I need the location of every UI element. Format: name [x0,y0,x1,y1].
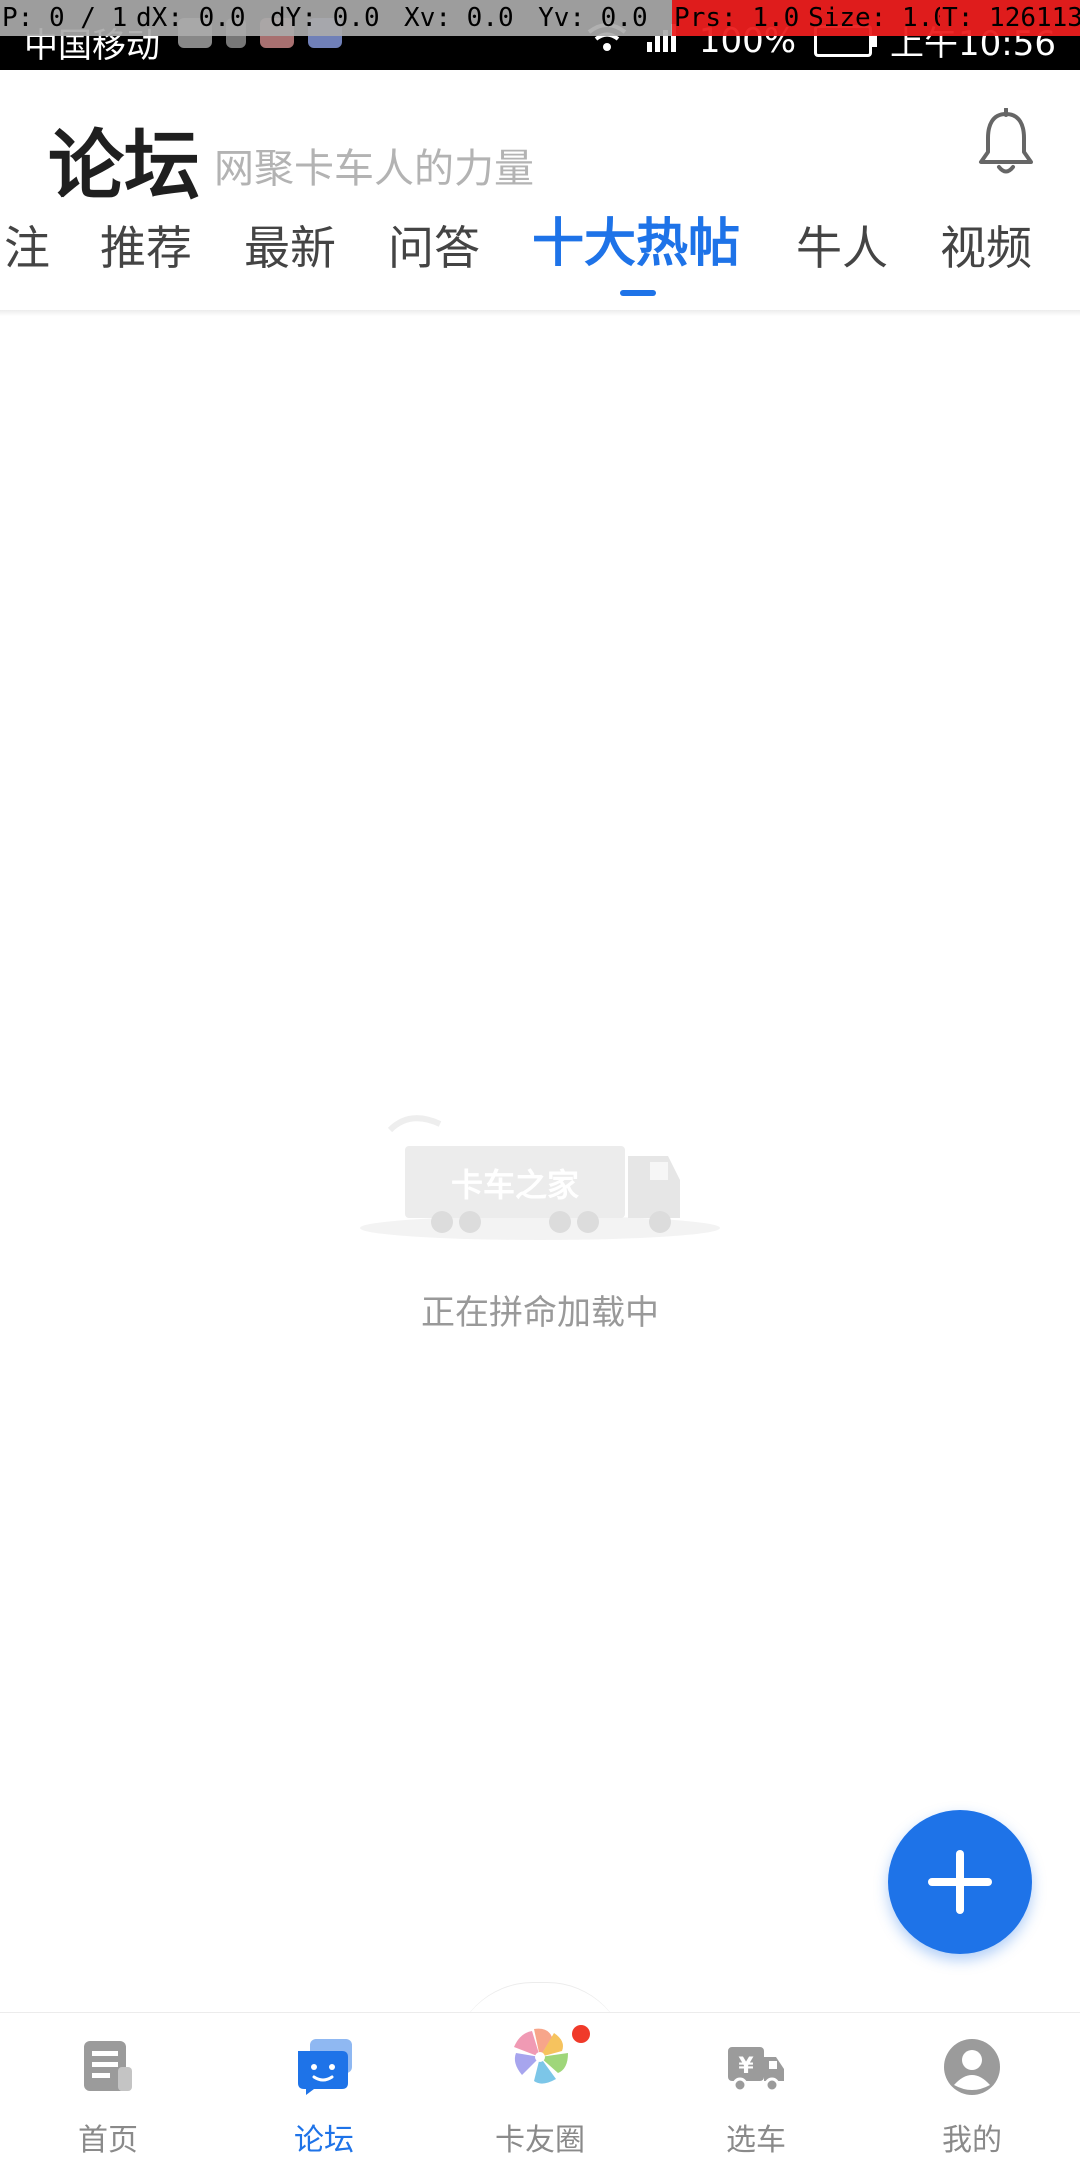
page-subtitle: 网聚卡车人的力量 [214,146,534,192]
debug-prs: Prs: 1.0 [672,0,807,36]
nav-me[interactable]: 我的 [864,2013,1080,2161]
bottom-navigation: 首页 论坛 卡友圈 ¥ 选车 我的 [0,2012,1080,2161]
nav-truck-friends-label: 卡友圈 [495,2123,585,2158]
svg-text:¥: ¥ [738,2054,754,2079]
nav-forum-label: 论坛 [294,2123,354,2158]
pointer-location-overlay: P: 0 / 1 dX: 0.0 dY: 0.0 Xv: 0.0 Yv: 0.0… [0,0,1080,36]
tab-video[interactable]: 视频 [940,218,1032,278]
active-tab-indicator [620,290,656,296]
debug-dy: dY: 0.0 [268,0,403,36]
header-divider [0,310,1080,316]
page-title: 论坛 [48,121,200,210]
nav-choose-truck[interactable]: ¥ 选车 [648,2013,864,2161]
category-tabs: 注 推荐 最新 问答 十大热帖 牛人 视频 [0,210,1080,310]
debug-xv: Xv: 0.0 [402,0,537,36]
debug-dx: dX: 0.0 [134,0,269,36]
tab-recommend[interactable]: 推荐 [100,218,192,278]
nav-truck-friends[interactable]: 卡友圈 [432,2013,648,2161]
nav-home-label: 首页 [78,2123,138,2158]
plus-icon [928,1850,992,1914]
page-header: 论坛 网聚卡车人的力量 注 推荐 最新 问答 十大热帖 牛人 视频 [0,70,1080,310]
create-post-button[interactable] [888,1810,1032,1954]
bell-icon[interactable] [976,107,1036,178]
debug-pointer: P: 0 / 1 [0,0,135,36]
news-icon [78,2037,138,2097]
debug-yv: Yv: 0.0 [536,0,673,36]
user-icon [942,2037,1002,2097]
tab-qa[interactable]: 问答 [388,218,480,278]
debug-t: T: 126113 [940,0,1080,36]
loading-truck-illustration: 卡车之家 [350,1100,730,1250]
unread-badge [572,2025,590,2043]
tab-top-ten[interactable]: 十大热帖 [532,214,740,274]
tab-follow[interactable]: 注 [4,218,50,278]
tab-experts[interactable]: 牛人 [796,218,888,278]
pinwheel-icon [506,2021,574,2089]
nav-me-label: 我的 [942,2123,1002,2158]
nav-home[interactable]: 首页 [0,2013,216,2161]
debug-size: Size: 1.0 [806,0,941,36]
truck-yen-icon: ¥ [726,2037,786,2097]
loading-message: 正在拼命加载中 [421,1293,659,1333]
tab-latest[interactable]: 最新 [244,218,336,278]
nav-choose-truck-label: 选车 [726,2123,786,2158]
brand-watermark: 卡车之家 [451,1166,579,1204]
chat-bubble-icon [294,2037,354,2097]
nav-forum[interactable]: 论坛 [216,2013,432,2161]
